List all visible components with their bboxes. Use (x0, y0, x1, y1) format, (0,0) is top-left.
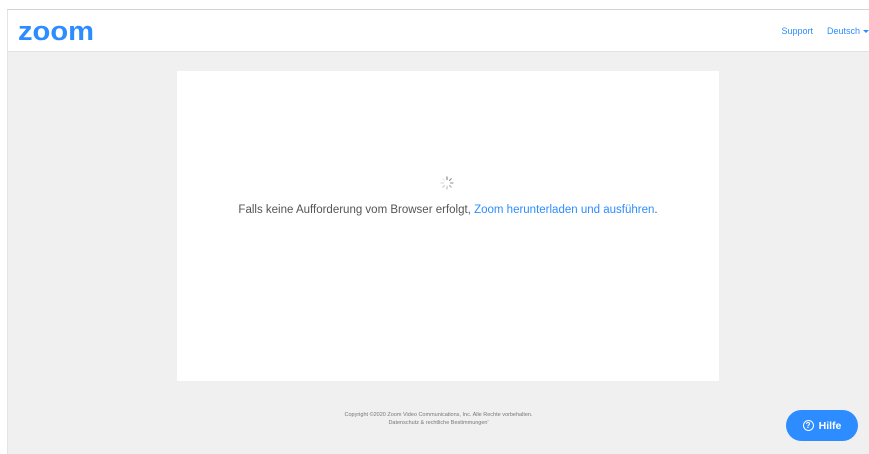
chevron-down-icon (863, 30, 869, 34)
page-frame: zoom Support Deutsch Falls keine Aufforde… (7, 9, 869, 454)
download-and-run-link[interactable]: Zoom herunterladen und ausführen (474, 204, 654, 216)
launch-card: Falls keine Aufforderung vom Browser erf… (177, 71, 719, 381)
launch-message: Falls keine Aufforderung vom Browser erf… (177, 204, 719, 216)
footer: Copyright ©2020 Zoom Video Communication… (8, 411, 869, 427)
zoom-logo-text: zoom (18, 20, 94, 44)
launch-message-text: Falls keine Aufforderung vom Browser erf… (238, 204, 475, 216)
copyright-text: Copyright ©2020 Zoom Video Communication… (344, 412, 533, 418)
language-label: Deutsch (826, 26, 860, 36)
privacy-legal-link[interactable]: Datenschutz & rechtliche Bestimmungen' (8, 419, 869, 427)
zoom-logo[interactable]: zoom (18, 20, 94, 44)
language-selector[interactable]: Deutsch (827, 26, 869, 36)
help-icon: ? (802, 420, 814, 431)
help-button[interactable]: ? Hilfe (786, 410, 858, 441)
top-navigation-bar: zoom Support Deutsch (8, 10, 869, 52)
header-nav: Support Deutsch (781, 26, 869, 36)
launch-message-period: . (654, 204, 658, 216)
help-button-label: Hilfe (818, 419, 842, 432)
loading-spinner-icon (440, 176, 454, 190)
support-link[interactable]: Support (781, 26, 813, 36)
